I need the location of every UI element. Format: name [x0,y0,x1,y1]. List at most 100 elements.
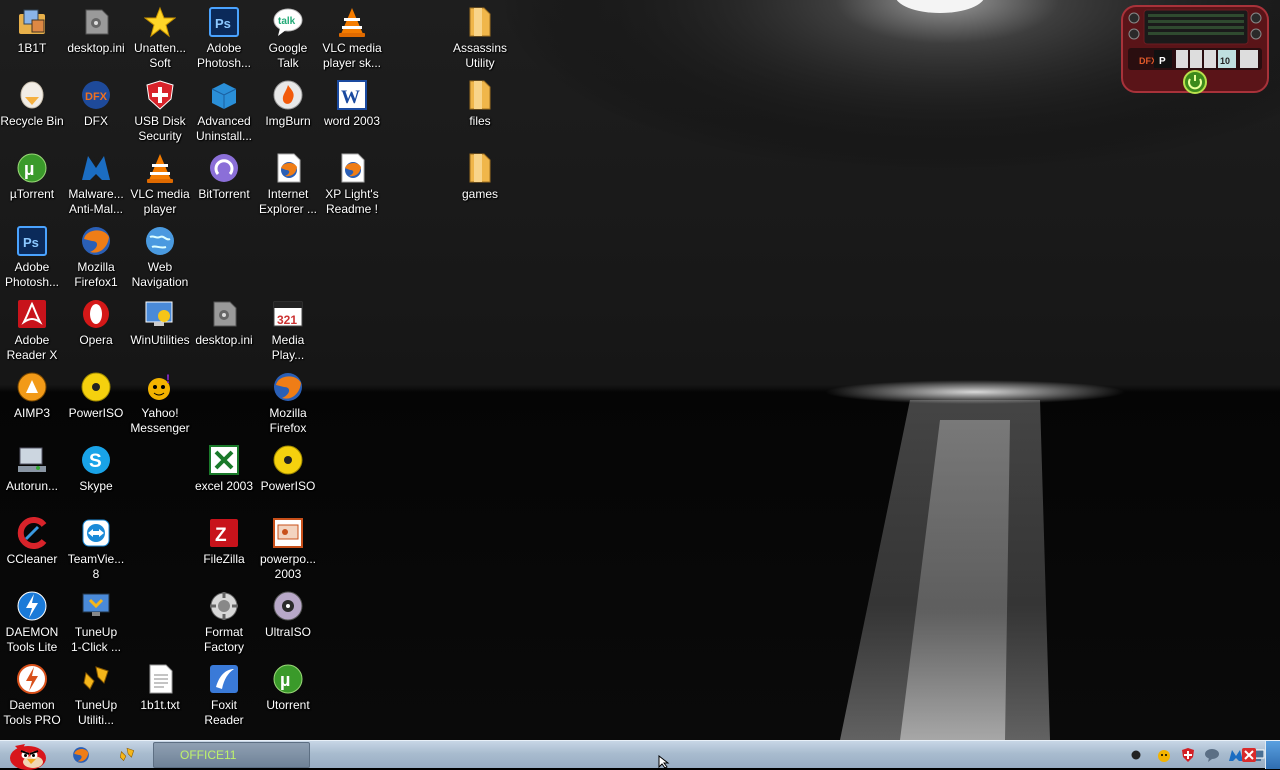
desktop-icon-label: TuneUp 1-Click ... [70,625,121,654]
bittorrent-icon [210,154,238,182]
desktop-icon[interactable]: µ µTorrent [0,152,67,224]
desktop-icon-label: XP Light's Readme ! [325,187,379,216]
desktop-icon[interactable]: S Skype [61,444,131,516]
desktop-icon[interactable]: PowerISO [253,444,323,516]
desktop-icon[interactable]: AIMP3 [0,371,67,443]
desktop-icon[interactable]: Wword 2003 [317,79,387,151]
desktop-icon[interactable]: Internet Explorer ... [253,152,323,224]
dfx-audio-widget[interactable]: DFX P 10 [1120,4,1270,94]
desktop-icon[interactable]: Daemon Tools PRO [0,663,67,735]
powerpoint-icon [273,518,303,548]
taskbar-firefox-button[interactable] [68,742,94,768]
desktop-icon-label: Google Talk [268,41,308,70]
start-button[interactable] [2,742,50,770]
desktop-icon[interactable]: Adobe Reader X [0,298,67,370]
desktop-icon[interactable]: excel 2003 [189,444,259,516]
power-icon[interactable] [1183,70,1207,94]
desktop-icon[interactable]: BitTorrent [189,152,259,224]
desktop-icon[interactable]: powerpo... 2003 [253,517,323,589]
star-icon [144,6,176,38]
desktop-icon[interactable]: Malware... Anti-Mal... [61,152,131,224]
desktop-icon[interactable]: talk Google Talk [253,6,323,78]
chat-bubble-icon[interactable] [1204,747,1220,763]
taskbar-window-office11[interactable]: OFFICE11 [153,742,310,768]
show-desktop-button[interactable] [1265,741,1280,769]
desktop-icon[interactable]: VLC media player sk... [317,6,387,78]
desktop-icon[interactable]: 1b1t.txt [125,663,195,735]
desktop-icon[interactable]: USB Disk Security [125,79,195,151]
malwarebytes-icon [82,156,110,180]
globe-icon [146,227,174,255]
dfx-preset-button[interactable]: P [1159,56,1166,67]
taskbar-window-label: OFFICE11 [180,748,237,762]
desktop-icon-label: desktop.ini [195,333,253,347]
desktop-icon[interactable]: Foxit Reader [189,663,259,735]
desktop-icon[interactable]: Ps Adobe Photosh... [189,6,259,78]
desktop-icon[interactable]: Recycle Bin [0,79,67,151]
svg-text:DFX: DFX [85,91,108,103]
firefox-icon [73,747,89,763]
svg-text:321: 321 [277,313,297,327]
skype-icon: S [82,446,110,474]
desktop-icon[interactable]: Ps Adobe Photosh... [0,225,67,297]
desktop-icon[interactable]: desktop.ini [61,6,131,78]
desktop-icon[interactable]: UltraISO [253,590,323,662]
desktop-icon[interactable]: desktop.ini [189,298,259,370]
desktop-icon[interactable]: CCleaner [0,517,67,589]
desktop-icon[interactable]: ! Yahoo! Messenger [125,371,195,443]
desktop-icon-label: Web Navigation [131,260,189,289]
desktop-icon-label: FileZilla [203,552,245,566]
desktop-icon-label: Malware... Anti-Mal... [68,187,124,216]
desktop-icon[interactable]: TeamVie... 8 [61,517,131,589]
desktop-icon[interactable]: games [445,152,515,224]
desktop-icon[interactable]: files [445,79,515,151]
desktop-icon[interactable]: Advanced Uninstall... [189,79,259,151]
poweriso-icon [273,445,303,475]
settings-file-icon [213,301,237,327]
desktop-icon-label: USB Disk Security [134,114,186,143]
desktop-icon[interactable]: Opera [61,298,131,370]
desktop-icon[interactable]: Web Navigation [125,225,195,297]
utorrent-icon: µ [17,153,47,183]
vlc-icon [147,154,173,183]
dfx-count-button[interactable]: 10 [1220,56,1230,66]
record-dot-icon[interactable] [1128,747,1144,763]
shield-tray-icon[interactable] [1180,747,1196,763]
desktop-icon[interactable]: µ Utorrent [253,663,323,735]
desktop-icon[interactable]: Mozilla Firefox [253,371,323,443]
imgburn-icon [273,80,303,110]
desktop-icon[interactable]: 321 Media Play... [253,298,323,370]
desktop-icon[interactable]: TuneUp Utiliti... [61,663,131,735]
svg-text:!: ! [166,372,170,386]
desktop-icon-label: Mozilla Firefox1 [74,260,118,289]
desktop-icon[interactable]: Assassins Utility [445,6,515,78]
close-red-icon[interactable] [1241,747,1257,763]
yahoo-tray-icon[interactable] [1156,747,1172,763]
desktop-icon[interactable]: DFX DFX [61,79,131,151]
desktop-icon[interactable]: 1B1T [0,6,67,78]
ccleaner-icon [17,517,47,549]
desktop-icon[interactable]: Format Factory [189,590,259,662]
desktop-icon-label: Mozilla Firefox [269,406,307,435]
opera-icon [83,300,109,328]
desktop-icon[interactable]: Autorun... [0,444,67,516]
desktop-icon-label: VLC media player [130,187,190,216]
desktop-icon[interactable]: VLC media player [125,152,195,224]
desktop-icon[interactable]: Z FileZilla [189,517,259,589]
desktop-icon-label: Format Factory [203,625,244,654]
desktop-icon-label: Daemon Tools PRO [3,698,61,727]
desktop-icon[interactable]: Unatten... Soft [125,6,195,78]
google-talk-icon: talk [273,8,303,36]
desktop-icon[interactable]: DAEMON Tools Lite [0,590,67,662]
desktop-icon[interactable]: TuneUp 1-Click ... [61,590,131,662]
dfx-icon: DFX [82,81,110,109]
desktop-icon[interactable]: PowerISO [61,371,131,443]
taskbar-tuneup-button[interactable] [114,742,140,768]
desktop-icon[interactable]: Mozilla Firefox1 [61,225,131,297]
desktop-icon[interactable]: WinUtilities [125,298,195,370]
utorrent-icon: µ [273,664,303,694]
desktop-icon[interactable]: XP Light's Readme ! [317,152,387,224]
text-file-icon [149,664,173,694]
desktop-icon[interactable]: ImgBurn [253,79,323,151]
svg-text:Ps: Ps [215,16,231,31]
